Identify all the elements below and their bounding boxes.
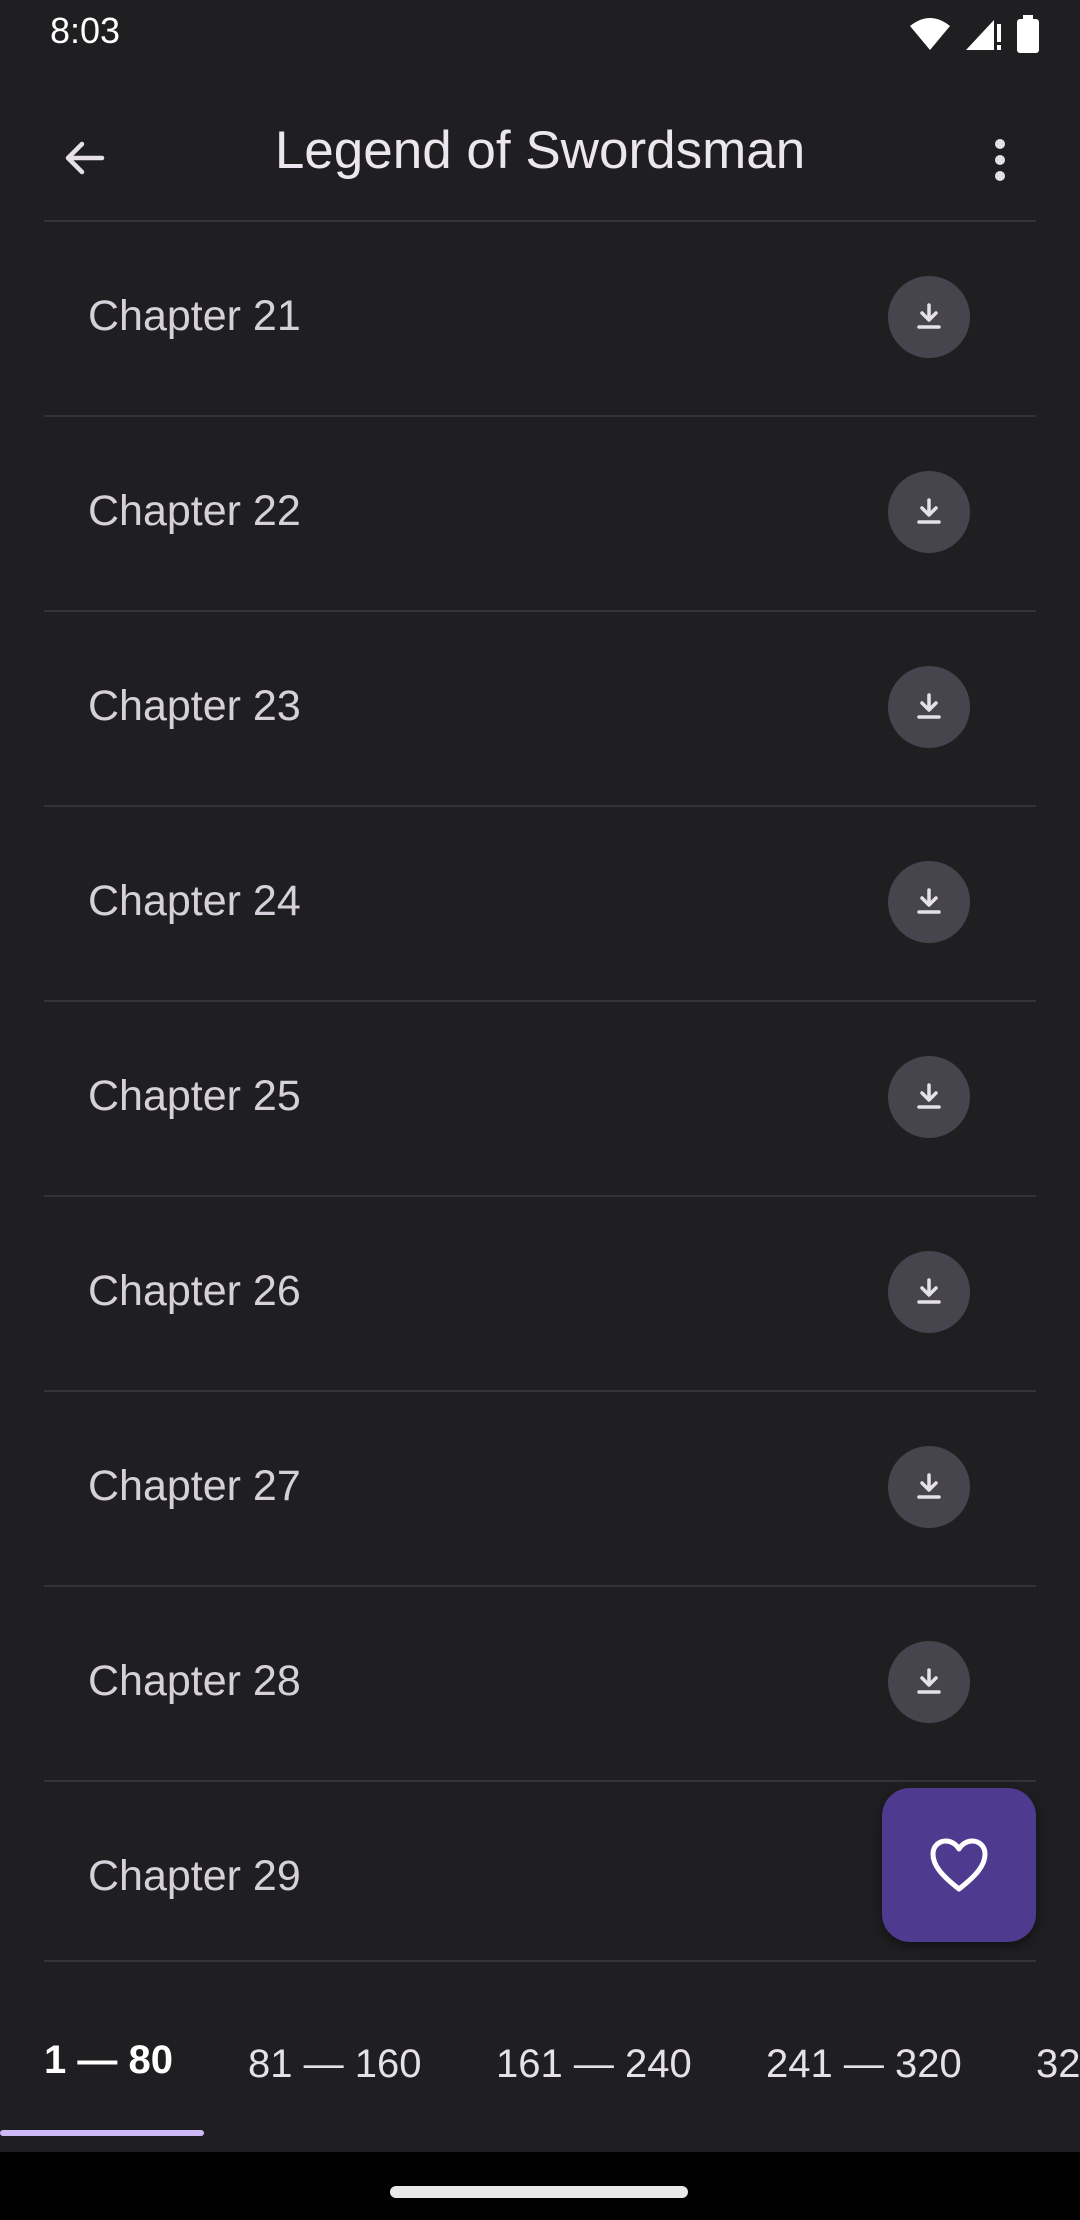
chapter-row[interactable]: Chapter 24 [44,805,1036,1000]
tab-81-160[interactable]: 81 — 160 [248,2042,421,2087]
chapter-label: Chapter 25 [88,1072,301,1120]
page-title: Legend of Swordsman [274,121,806,180]
gesture-nav-bar [0,2152,1080,2220]
chapter-row[interactable]: Chapter 28 [44,1585,1036,1780]
download-button[interactable] [888,1056,970,1138]
chapter-row[interactable]: Chapter 27 [44,1390,1036,1585]
chapter-label: Chapter 24 [88,877,301,925]
status-time: 8:03 [50,10,121,51]
chapter-label: Chapter 29 [88,1852,301,1900]
status-bar: 8:03 [0,0,1080,66]
download-button[interactable] [888,276,970,358]
tab-161-240[interactable]: 161 — 240 [496,2042,692,2087]
more-vert-icon [995,139,1005,181]
chapter-label: Chapter 23 [88,682,301,730]
chapter-label: Chapter 27 [88,1462,301,1510]
download-button[interactable] [888,666,970,748]
chapter-row[interactable]: Chapter 21 [44,220,1036,415]
chapter-list: Chapter 21 Chapter 22 Chapter 23 Chapter… [44,220,1036,1975]
favorite-fab[interactable] [882,1788,1036,1942]
tab-321-partial[interactable]: 32 [1036,2042,1080,2087]
battery-icon [1017,15,1039,53]
chapter-label: Chapter 21 [88,292,301,340]
download-icon [917,1473,941,1499]
tab-241-320[interactable]: 241 — 320 [766,2042,962,2087]
chapter-row[interactable]: Chapter 23 [44,610,1036,805]
chapter-row[interactable]: Chapter 26 [44,1195,1036,1390]
download-button[interactable] [888,1251,970,1333]
chapter-range-tabs: 1 — 80 81 — 160 161 — 240 241 — 320 32 [0,1962,1080,2152]
chapter-label: Chapter 22 [88,487,301,535]
download-button[interactable] [888,861,970,943]
download-button[interactable] [888,1446,970,1528]
download-icon [917,888,941,914]
tab-1-80[interactable]: 1 — 80 [44,2038,173,2083]
home-indicator[interactable] [390,2186,688,2198]
download-icon [917,498,941,524]
download-button[interactable] [888,1641,970,1723]
active-tab-indicator [0,2130,204,2136]
download-icon [917,1083,941,1109]
heart-outline-icon [930,1838,988,1892]
download-icon [917,1278,941,1304]
chapter-label: Chapter 28 [88,1657,301,1705]
download-icon [917,1668,941,1694]
chapter-label: Chapter 26 [88,1267,301,1315]
more-options-button[interactable] [960,120,1040,200]
chapter-row[interactable]: Chapter 22 [44,415,1036,610]
wifi-icon [910,18,950,50]
app-bar: Legend of Swordsman [0,66,1080,220]
cellular-signal-icon [966,20,1001,50]
download-button[interactable] [888,471,970,553]
status-icons [908,12,1040,56]
chapter-row[interactable]: Chapter 25 [44,1000,1036,1195]
download-icon [917,693,941,719]
download-icon [917,303,941,329]
